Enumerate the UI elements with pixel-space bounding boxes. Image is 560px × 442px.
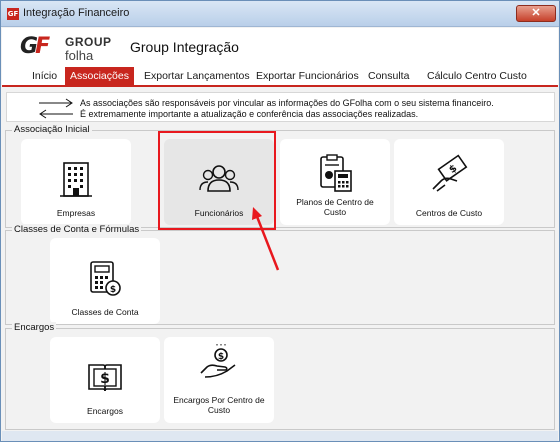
info-banner: As associações são responsáveis por vinc… [6, 92, 555, 122]
red-pointer-arrow-icon [252, 207, 280, 271]
logo-word-group: GROUP [65, 35, 112, 49]
info-text-line1: As associações são responsáveis por vinc… [80, 98, 494, 108]
tile-label: Classes de Conta [71, 307, 139, 317]
title-bar[interactable]: GF Integração Financeiro ✕ [1, 1, 559, 27]
svg-text:$: $ [218, 352, 224, 362]
hand-coin-icon: $ [200, 344, 236, 378]
tile-label: Centros de Custo [415, 208, 483, 218]
book-dollar-icon: $ [88, 364, 122, 392]
info-text-line2: É extremamente importante a atualização … [80, 109, 419, 119]
clipboard-calculator-icon [320, 154, 352, 192]
menu-exportar-lancamentos[interactable]: Exportar Lançamentos [144, 70, 250, 82]
building-icon [60, 162, 92, 197]
app-icon: GF [7, 8, 19, 20]
header: GF GROUP folha Group Integração [2, 28, 558, 67]
tile-centros-custo[interactable]: $ Centros de Custo [394, 139, 504, 225]
tile-label: Planos de Centro de Custo [296, 197, 374, 217]
tile-label: Encargos Por Centro de Custo [173, 395, 265, 415]
window-title: Integração Financeiro [23, 7, 130, 19]
tile-encargos[interactable]: $ Encargos [50, 337, 160, 423]
menu-calculo-centro-custo[interactable]: Cálculo Centro Custo [427, 70, 527, 82]
svg-text:$: $ [110, 285, 116, 295]
logo-mark-g: G [20, 34, 38, 59]
menu-associacoes[interactable]: Associações [65, 67, 134, 85]
logo-mark-f: F [35, 34, 50, 59]
app-title: Group Integração [130, 39, 239, 55]
menu-consulta[interactable]: Consulta [368, 70, 409, 82]
close-icon: ✕ [531, 7, 541, 19]
tile-label: Empresas [56, 208, 96, 218]
bottom-border [2, 431, 558, 441]
logo-word-folha: folha [65, 48, 94, 63]
group-encargos: Encargos $ Encargos $ Encargos Por Centr… [5, 322, 555, 430]
tile-planos-centro-custo[interactable]: Planos de Centro de Custo [280, 139, 390, 225]
svg-text:$: $ [100, 371, 110, 387]
menu-exportar-funcionarios[interactable]: Exportar Funcionários [256, 70, 359, 82]
tile-encargos-centro-custo[interactable]: $ Encargos Por Centro de Custo [164, 337, 274, 423]
tile-classes-de-conta[interactable]: $ Classes de Conta [50, 238, 160, 324]
groupfolha-logo: GF GROUP folha [20, 32, 120, 64]
logo-mark: GF [20, 34, 50, 59]
menu-inicio[interactable]: Início [32, 70, 57, 82]
swap-arrows-icon [39, 98, 73, 119]
tile-empresas[interactable]: Empresas [21, 139, 131, 225]
group-label: Associação Inicial [12, 124, 92, 135]
hand-money-icon: $ [432, 154, 468, 192]
group-label: Classes de Conta e Fórmulas [12, 224, 142, 235]
calculator-coin-icon: $ [90, 261, 121, 296]
close-button[interactable]: ✕ [516, 5, 556, 22]
tile-label: Encargos [87, 406, 123, 416]
menu-bar: Início Associações Exportar Lançamentos … [2, 67, 558, 87]
group-label: Encargos [12, 322, 57, 333]
